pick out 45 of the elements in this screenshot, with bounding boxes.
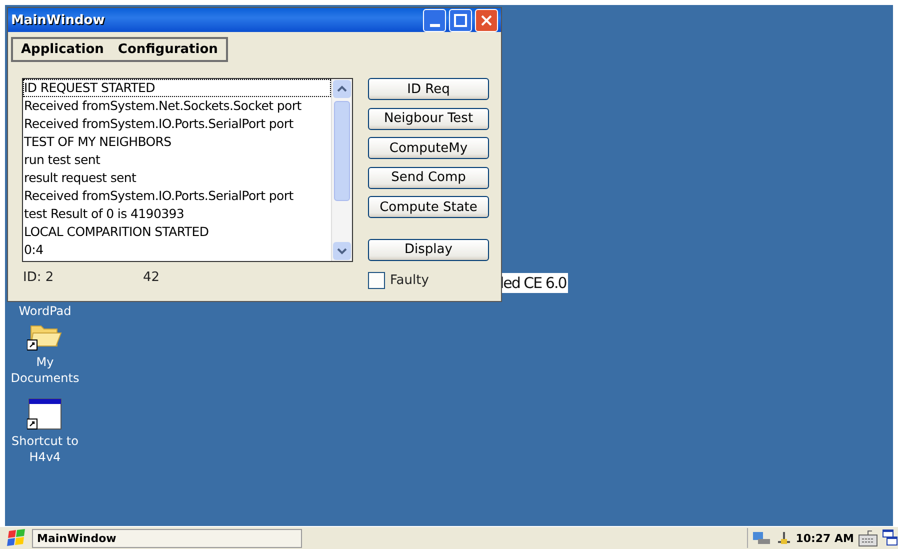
network-icon[interactable]: [752, 530, 772, 546]
log-entry[interactable]: Received fromSystem.IO.Ports.SerialPort port: [23, 187, 331, 205]
desktop-icon-label[interactable]: My Documents: [10, 354, 80, 386]
start-icon[interactable]: [6, 528, 28, 548]
keyboard-icon[interactable]: [858, 529, 878, 547]
scroll-thumb[interactable]: [334, 101, 350, 201]
menu-item[interactable]: Application: [21, 42, 104, 57]
taskbar-task[interactable]: MainWindow: [32, 528, 302, 548]
log-entry[interactable]: 0:4: [23, 241, 331, 259]
action-button[interactable]: Compute State: [368, 196, 489, 218]
log-entry[interactable]: test Result of 0 is 4190393: [23, 205, 331, 223]
action-button[interactable]: ID Req: [368, 78, 489, 100]
log-entry[interactable]: run test sent: [23, 151, 331, 169]
action-button[interactable]: Display: [368, 238, 489, 260]
faulty-checkbox[interactable]: [368, 272, 385, 289]
connection-icon[interactable]: [776, 530, 792, 546]
windows-icon[interactable]: [882, 529, 898, 547]
log-entry[interactable]: Received fromSystem.Net.Sockets.Socket port: [23, 97, 331, 115]
maximize-icon: [454, 14, 467, 26]
window-title: MainWindow: [11, 12, 105, 28]
minimize-icon: [430, 24, 440, 26]
log-entry[interactable]: Received fromSystem.IO.Ports.SerialPort port: [23, 115, 331, 133]
scroll-up-icon[interactable]: [332, 79, 352, 99]
log-entry[interactable]: result request sent: [23, 169, 331, 187]
close-button[interactable]: [475, 8, 498, 32]
log-entry[interactable]: TEST OF MY NEIGHBORS: [23, 133, 331, 151]
id-label: ID: 2: [23, 270, 55, 285]
desktop-icon-label[interactable]: Shortcut to H4v4: [12, 433, 78, 465]
clock: 10:27 AM: [796, 532, 854, 544]
minimize-button[interactable]: [423, 8, 446, 32]
menu-item[interactable]: Configuration: [118, 42, 218, 57]
value-label: 42: [143, 270, 160, 285]
action-button[interactable]: Neigbour Test: [368, 108, 489, 130]
scrollbar[interactable]: [331, 79, 352, 261]
log-entry[interactable]: ID REQUEST STARTED: [23, 79, 331, 97]
maximize-button[interactable]: [449, 8, 472, 32]
action-button[interactable]: Send Comp: [368, 166, 489, 188]
desktop-icon-label[interactable]: WordPad: [18, 303, 72, 319]
action-button[interactable]: ComputeMy: [368, 137, 489, 159]
log-entry[interactable]: LOCAL COMPARITION STARTED: [23, 223, 331, 241]
scroll-down-icon[interactable]: [332, 241, 352, 261]
close-icon: [481, 14, 492, 26]
checkbox-label: Faulty: [390, 273, 429, 288]
log-list[interactable]: [22, 78, 353, 262]
window-shortcut-icon[interactable]: [27, 397, 63, 431]
